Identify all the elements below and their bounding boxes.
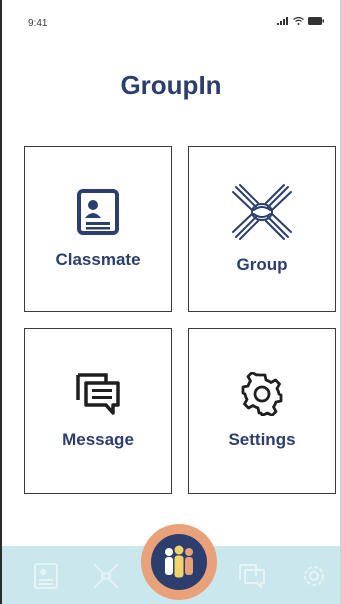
chat-bubbles-icon <box>76 373 120 415</box>
group-tile[interactable]: Group <box>188 146 336 312</box>
status-bar: 9:41 <box>2 0 340 40</box>
classmate-tile[interactable]: Classmate <box>24 146 172 312</box>
status-time: 9:41 <box>28 18 48 29</box>
center-group-button[interactable] <box>141 524 217 600</box>
contact-card-icon <box>77 189 119 235</box>
nav-chat-bubbles-icon[interactable] <box>238 562 266 590</box>
people-group-icon <box>165 545 193 578</box>
gear-icon <box>241 372 283 416</box>
message-label: Message <box>62 430 134 449</box>
status-icons <box>277 17 324 25</box>
nav-gear-icon[interactable] <box>300 562 328 590</box>
nav-contact-card-icon[interactable] <box>32 562 60 590</box>
group-label: Group <box>236 255 288 274</box>
center-button-inner <box>151 534 207 590</box>
wifi-icon <box>293 17 304 25</box>
battery-icon <box>308 17 324 25</box>
phone-screen: 9:41 GroupIn Classmate Group Message Set… <box>0 0 341 604</box>
classmate-label: Classmate <box>55 250 141 269</box>
message-tile[interactable]: Message <box>24 328 172 494</box>
hands-group-icon <box>232 184 292 240</box>
settings-label: Settings <box>228 430 296 449</box>
settings-tile[interactable]: Settings <box>188 328 336 494</box>
app-title: GroupIn <box>120 70 222 100</box>
signal-icon <box>277 17 288 25</box>
nav-hands-group-icon[interactable] <box>92 562 120 590</box>
